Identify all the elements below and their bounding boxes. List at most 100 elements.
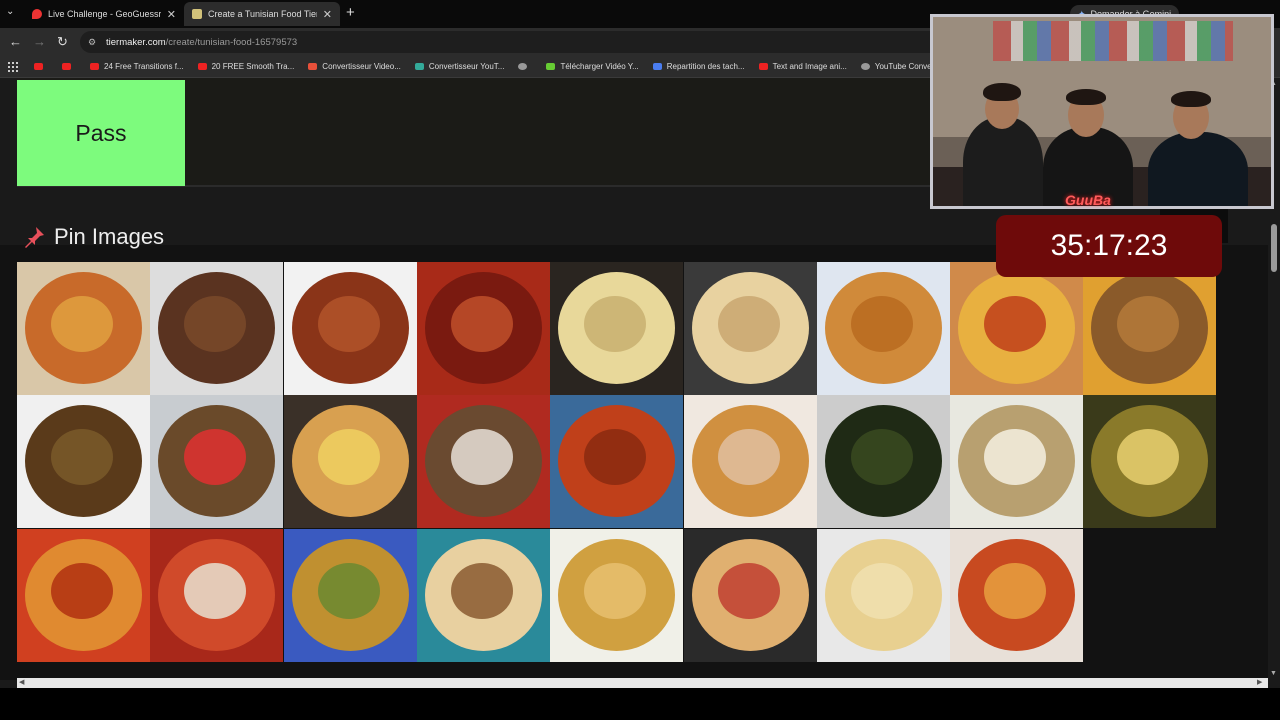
food-image-tile[interactable] <box>283 395 417 529</box>
food-highlight-shape <box>51 296 113 352</box>
food-image-tile[interactable] <box>816 262 950 395</box>
food-highlight-shape <box>984 429 1047 486</box>
back-icon[interactable]: ← <box>9 34 22 49</box>
food-highlight-shape <box>317 562 380 619</box>
z-icon <box>308 63 318 70</box>
tab-search-icon[interactable]: ⌄ <box>6 6 14 17</box>
food-image-tile[interactable] <box>1083 395 1217 529</box>
tiermaker-icon <box>192 9 202 19</box>
food-image-tile[interactable] <box>150 395 284 529</box>
vertical-scroll-thumb[interactable] <box>1271 224 1277 272</box>
food-image-tile[interactable] <box>17 395 150 529</box>
food-highlight-shape <box>450 562 513 619</box>
food-highlight-shape <box>850 296 913 352</box>
food-highlight-shape <box>51 429 113 486</box>
tab-title: Create a Tunisian Food Tier List <box>208 9 317 19</box>
food-highlight-shape <box>450 296 513 352</box>
food-highlight-shape <box>717 562 780 619</box>
webcam-flags <box>993 21 1233 61</box>
bookmark-item[interactable] <box>518 63 532 70</box>
convert-icon <box>414 63 424 70</box>
youtube-icon <box>90 63 99 70</box>
food-image-tile[interactable] <box>950 528 1084 662</box>
food-image-tile[interactable] <box>816 395 950 529</box>
streamer-right <box>1148 132 1248 206</box>
food-highlight-shape <box>51 562 113 619</box>
food-highlight-shape <box>450 429 513 486</box>
map-pin-icon <box>32 9 42 19</box>
stream-timer: 35:17:23 <box>996 215 1222 277</box>
reload-icon[interactable]: ↻ <box>57 34 68 50</box>
forward-icon[interactable]: → <box>33 34 46 49</box>
scroll-right-icon[interactable]: ▶ <box>1257 678 1262 686</box>
food-highlight-shape <box>317 429 380 486</box>
streamer-center-hair <box>1066 89 1106 105</box>
download-icon <box>546 63 556 70</box>
food-highlight-shape <box>984 296 1047 352</box>
apps-grid-icon[interactable] <box>8 61 18 72</box>
scroll-down-icon[interactable]: ▼ <box>1270 670 1277 677</box>
food-highlight-shape <box>1117 296 1180 352</box>
food-highlight-shape <box>717 296 780 352</box>
food-image-tile[interactable] <box>416 395 550 529</box>
close-tab-icon[interactable]: ✕ <box>323 8 332 21</box>
food-image-tile[interactable] <box>683 528 817 662</box>
globe-icon <box>518 63 528 70</box>
food-highlight-shape <box>317 296 380 352</box>
food-image-tile[interactable] <box>283 528 417 662</box>
close-tab-icon[interactable]: ✕ <box>167 8 176 21</box>
pushpin-icon <box>25 227 44 248</box>
youtube-icon <box>34 63 43 70</box>
streamer-left-hair <box>983 83 1021 101</box>
food-image-tile[interactable] <box>416 528 550 662</box>
pin-images-title: Pin Images <box>54 224 165 249</box>
food-image-tile[interactable] <box>150 528 284 662</box>
food-highlight-shape <box>717 429 780 486</box>
bookmark-item[interactable]: Convertisseur Video... <box>308 62 401 71</box>
new-tab-button[interactable]: + <box>346 4 355 21</box>
scroll-left-icon[interactable]: ◀ <box>19 678 24 686</box>
food-image-tile[interactable] <box>683 262 817 395</box>
bookmark-item[interactable]: 24 Free Transitions f... <box>90 62 184 71</box>
food-image-tile[interactable] <box>816 528 950 662</box>
youtube-icon <box>758 63 768 70</box>
food-image-tile[interactable] <box>550 262 684 395</box>
tab-geoguessr[interactable]: Live Challenge - GeoGuessr ✕ <box>24 2 184 26</box>
food-image-tile[interactable] <box>950 262 1084 395</box>
bookmark-item[interactable]: Convertisseur YouT... <box>414 62 504 71</box>
food-highlight-shape <box>850 562 913 619</box>
food-image-tile[interactable] <box>950 395 1084 529</box>
url-path: /create/tunisian-food-16579573 <box>165 36 298 48</box>
food-image-tile[interactable] <box>1083 262 1217 395</box>
food-image-tile[interactable] <box>17 528 150 662</box>
bookmark-item[interactable]: Télécharger Vidéo Y... <box>546 62 639 71</box>
food-image-tile[interactable] <box>416 262 550 395</box>
site-info-icon[interactable]: ⚙ <box>88 37 98 47</box>
food-highlight-shape <box>850 429 913 486</box>
food-image-tile[interactable] <box>550 395 684 529</box>
food-image-tile[interactable] <box>283 262 417 395</box>
food-image-tile[interactable] <box>550 528 684 662</box>
food-image-tile[interactable] <box>17 262 150 395</box>
url-host: tiermaker.com <box>106 36 166 48</box>
food-image-tile[interactable] <box>150 262 284 395</box>
bookmark-item[interactable]: Text and Image ani... <box>758 62 847 71</box>
screen: ⌄ Live Challenge - GeoGuessr ✕ Create a … <box>0 0 1280 720</box>
youtube-icon <box>62 63 71 70</box>
pin-images-heading: Pin Images <box>22 224 164 250</box>
streamer-left <box>963 117 1043 206</box>
food-highlight-shape <box>584 296 647 352</box>
horizontal-scrollbar[interactable]: ◀ ▶ <box>17 678 1268 688</box>
tier-label-pass[interactable]: Pass <box>17 80 185 186</box>
neon-sign: GuuBa <box>1065 192 1111 208</box>
food-highlight-shape <box>184 296 247 352</box>
bookmark-item[interactable]: Repartition des tach... <box>652 62 745 71</box>
screen-bottom-bar <box>0 688 1280 720</box>
bookmark-item[interactable] <box>34 63 48 70</box>
food-image-tile[interactable] <box>683 395 817 529</box>
food-highlight-shape <box>984 562 1047 619</box>
food-highlight-shape <box>184 562 247 619</box>
tab-tiermaker[interactable]: Create a Tunisian Food Tier List ✕ <box>184 2 340 26</box>
bookmark-item[interactable] <box>62 63 76 70</box>
bookmark-item[interactable]: 20 FREE Smooth Tra... <box>197 62 294 71</box>
